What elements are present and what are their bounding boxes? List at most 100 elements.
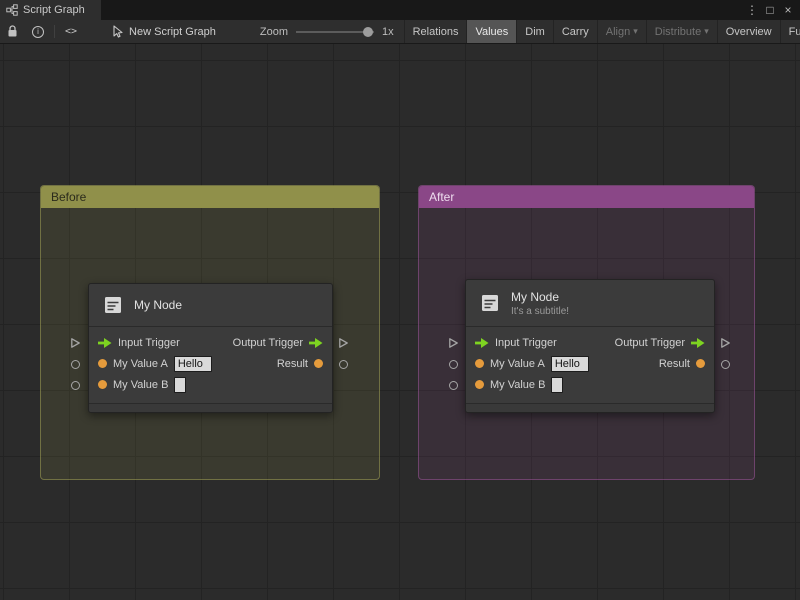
value-input-field-small[interactable]: [551, 376, 564, 393]
window-controls: ⋮ □ ×: [744, 1, 800, 19]
port-label: Output Trigger: [614, 336, 685, 349]
port-label: My Value A: [113, 357, 168, 370]
code-preview-button[interactable]: <>: [58, 20, 84, 43]
node-titles: My Node It's a subtitle!: [511, 290, 569, 317]
circle-port-icon: [721, 360, 730, 369]
close-button[interactable]: ×: [780, 1, 796, 19]
flow-port-arrow-icon[interactable]: [309, 337, 323, 348]
carry-button[interactable]: Carry: [552, 20, 597, 43]
zoom-label: Zoom: [259, 25, 288, 38]
value-input-field-small[interactable]: [174, 376, 187, 393]
zoom-slider-handle[interactable]: [362, 26, 373, 37]
node-title: My Node: [511, 289, 560, 304]
script-graph-icon: [6, 4, 18, 16]
external-flow-port[interactable]: [70, 337, 81, 349]
chevron-down-icon: ▾: [633, 26, 638, 36]
values-button[interactable]: Values: [466, 20, 517, 43]
group-label: After: [429, 190, 455, 204]
value-port-dot[interactable]: [314, 359, 323, 368]
circle-port-icon: [71, 381, 80, 390]
port-row: My Value B: [466, 374, 714, 395]
distribute-label: Distribute: [654, 25, 702, 38]
port-label: My Value A: [490, 357, 545, 370]
circle-port-icon: [449, 360, 458, 369]
node-before[interactable]: My Node Input Trigger Output Trigger My …: [88, 283, 333, 413]
value-port-dot[interactable]: [98, 380, 107, 389]
port-label: Input Trigger: [118, 336, 180, 349]
tab-title: Script Graph: [23, 4, 85, 16]
external-value-port[interactable]: [339, 360, 348, 369]
external-value-port[interactable]: [449, 381, 458, 390]
node-icon: [105, 297, 121, 313]
zoom-control: Zoom 1x: [259, 20, 394, 43]
zoom-level: 1x: [381, 25, 394, 38]
title-bar: Script Graph ⋮ □ ×: [0, 0, 800, 20]
node-after[interactable]: My Node It's a subtitle! Input Trigger O…: [465, 279, 715, 413]
port-row: My Value A Result: [89, 353, 332, 374]
toolbar: i <> New Script Graph Zoom 1x Relations …: [0, 20, 800, 44]
group-label: Before: [51, 190, 87, 204]
circle-port-icon: [339, 360, 348, 369]
node-subtitle: It's a subtitle!: [511, 305, 570, 317]
external-flow-port[interactable]: [720, 337, 731, 349]
fullscreen-button[interactable]: Full Scr: [779, 20, 800, 43]
group-header-before[interactable]: Before: [41, 186, 379, 208]
align-button[interactable]: Align ▾: [596, 20, 646, 43]
port-label: Result: [658, 357, 690, 370]
overview-button[interactable]: Overview: [716, 20, 780, 43]
external-value-port[interactable]: [71, 360, 80, 369]
port-row: Input Trigger Output Trigger: [89, 332, 332, 353]
port-label: My Value B: [490, 378, 546, 391]
window-menu-button[interactable]: ⋮: [744, 1, 760, 19]
zoom-slider[interactable]: [295, 20, 374, 43]
script-graph-window: Script Graph ⋮ □ × i <> New Script Graph: [0, 0, 800, 600]
external-value-port[interactable]: [449, 360, 458, 369]
circle-port-icon: [71, 360, 80, 369]
graph-asset-icon: [113, 25, 123, 38]
graph-name: New Script Graph: [129, 25, 216, 38]
value-port-dot[interactable]: [475, 380, 484, 389]
align-label: Align: [605, 25, 631, 38]
flow-port-arrow-icon[interactable]: [475, 337, 489, 348]
inspect-button[interactable]: i: [25, 20, 51, 43]
lock-button[interactable]: [0, 20, 25, 43]
node-titles: My Node: [134, 298, 182, 312]
node-footer: [89, 403, 332, 412]
graph-breadcrumb[interactable]: New Script Graph: [112, 25, 216, 38]
dim-button[interactable]: Dim: [516, 20, 553, 43]
external-value-port[interactable]: [721, 360, 730, 369]
node-ports: Input Trigger Output Trigger My Value A …: [466, 327, 714, 395]
external-value-port[interactable]: [71, 381, 80, 390]
external-flow-port[interactable]: [338, 337, 349, 349]
node-title: My Node: [134, 298, 183, 312]
value-input-field[interactable]: [550, 355, 589, 372]
relations-button[interactable]: Relations: [403, 20, 467, 43]
info-icon: i: [32, 25, 44, 38]
port-label: Input Trigger: [495, 336, 557, 349]
maximize-button[interactable]: □: [762, 1, 778, 19]
graph-canvas[interactable]: Before After My Node Input Trigger Outpu…: [0, 44, 800, 600]
flow-port-arrow-icon[interactable]: [98, 337, 112, 348]
toolbar-buttons: Relations Values Dim Carry Align ▾ Distr…: [403, 20, 800, 43]
node-header: My Node It's a subtitle!: [466, 280, 714, 327]
external-flow-port[interactable]: [448, 337, 459, 349]
code-icon: <>: [65, 26, 78, 37]
port-label: My Value B: [113, 378, 169, 391]
value-port-dot[interactable]: [696, 359, 705, 368]
flow-port-arrow-icon[interactable]: [691, 337, 705, 348]
distribute-button[interactable]: Distribute ▾: [645, 20, 717, 43]
script-graph-tab[interactable]: Script Graph: [0, 0, 101, 20]
node-header: My Node: [89, 284, 332, 327]
port-row: My Value B: [89, 374, 332, 395]
port-label: Output Trigger: [232, 336, 303, 349]
value-port-dot[interactable]: [98, 359, 107, 368]
value-port-dot[interactable]: [475, 359, 484, 368]
circle-port-icon: [449, 381, 458, 390]
group-header-after[interactable]: After: [419, 186, 754, 208]
node-icon: [482, 295, 498, 311]
value-input-field[interactable]: [173, 355, 212, 372]
port-row: Input Trigger Output Trigger: [466, 332, 714, 353]
triangle-port-icon: [449, 338, 458, 348]
node-footer: [466, 403, 714, 412]
triangle-port-icon: [721, 338, 730, 348]
